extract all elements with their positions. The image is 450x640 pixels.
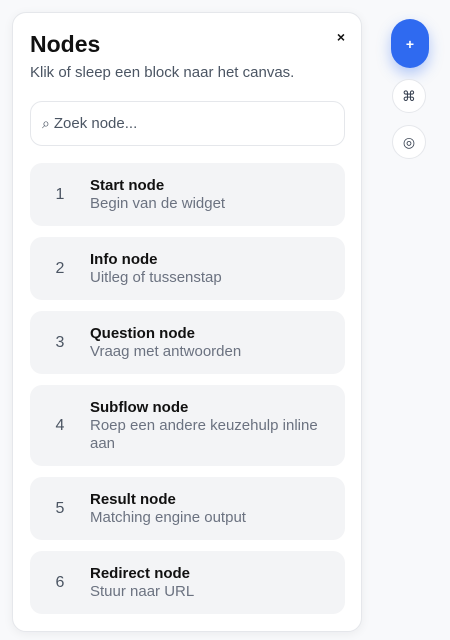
shortcuts-button[interactable]: ⌘	[392, 79, 426, 113]
node-description: Stuur naar URL	[90, 582, 195, 600]
close-icon[interactable]: ×	[333, 29, 349, 45]
node-description: Matching engine output	[90, 508, 246, 526]
panel-subtitle: Klik of sleep een block naar het canvas.	[30, 64, 295, 81]
node-number: 2	[55, 259, 65, 277]
command-icon: ⌘	[402, 87, 416, 104]
node-title: Redirect node	[90, 564, 191, 582]
search-input[interactable]	[53, 115, 324, 132]
panel-title: Nodes	[30, 31, 101, 57]
node-number: 6	[55, 573, 65, 591]
node-item-start[interactable]: 1 Start node Begin van de widget	[30, 163, 345, 226]
node-item-redirect[interactable]: 6 Redirect node Stuur naar URL	[30, 551, 345, 614]
node-item-info[interactable]: 2 Info node Uitleg of tussenstap	[30, 237, 345, 300]
node-description: Uitleg of tussenstap	[90, 268, 222, 286]
node-number: 5	[55, 499, 65, 517]
search-icon: ⌕	[42, 115, 50, 131]
target-button[interactable]: ◎	[392, 125, 426, 159]
search-box[interactable]: ⌕	[30, 101, 345, 146]
node-description: Roep een andere keuzehulp inline aan	[90, 416, 318, 452]
node-item-subflow[interactable]: 4 Subflow node Roep een andere keuzehulp…	[30, 385, 345, 466]
node-description: Vraag met antwoorden	[90, 342, 242, 360]
node-number: 3	[55, 333, 65, 351]
node-description: Begin van de widget	[90, 194, 226, 212]
node-number: 1	[55, 185, 65, 203]
node-number: 4	[55, 416, 65, 434]
node-title: Subflow node	[90, 398, 189, 416]
nodes-panel: Nodes × Klik of sleep een block naar het…	[12, 12, 362, 632]
node-title: Info node	[90, 250, 158, 268]
node-title: Question node	[90, 324, 195, 342]
plus-icon: +	[405, 35, 415, 52]
add-node-button[interactable]: +	[391, 19, 429, 68]
node-title: Start node	[90, 176, 165, 194]
target-icon: ◎	[402, 133, 416, 150]
node-item-question[interactable]: 3 Question node Vraag met antwoorden	[30, 311, 345, 374]
node-title: Result node	[90, 490, 176, 508]
node-item-result[interactable]: 5 Result node Matching engine output	[30, 477, 345, 540]
